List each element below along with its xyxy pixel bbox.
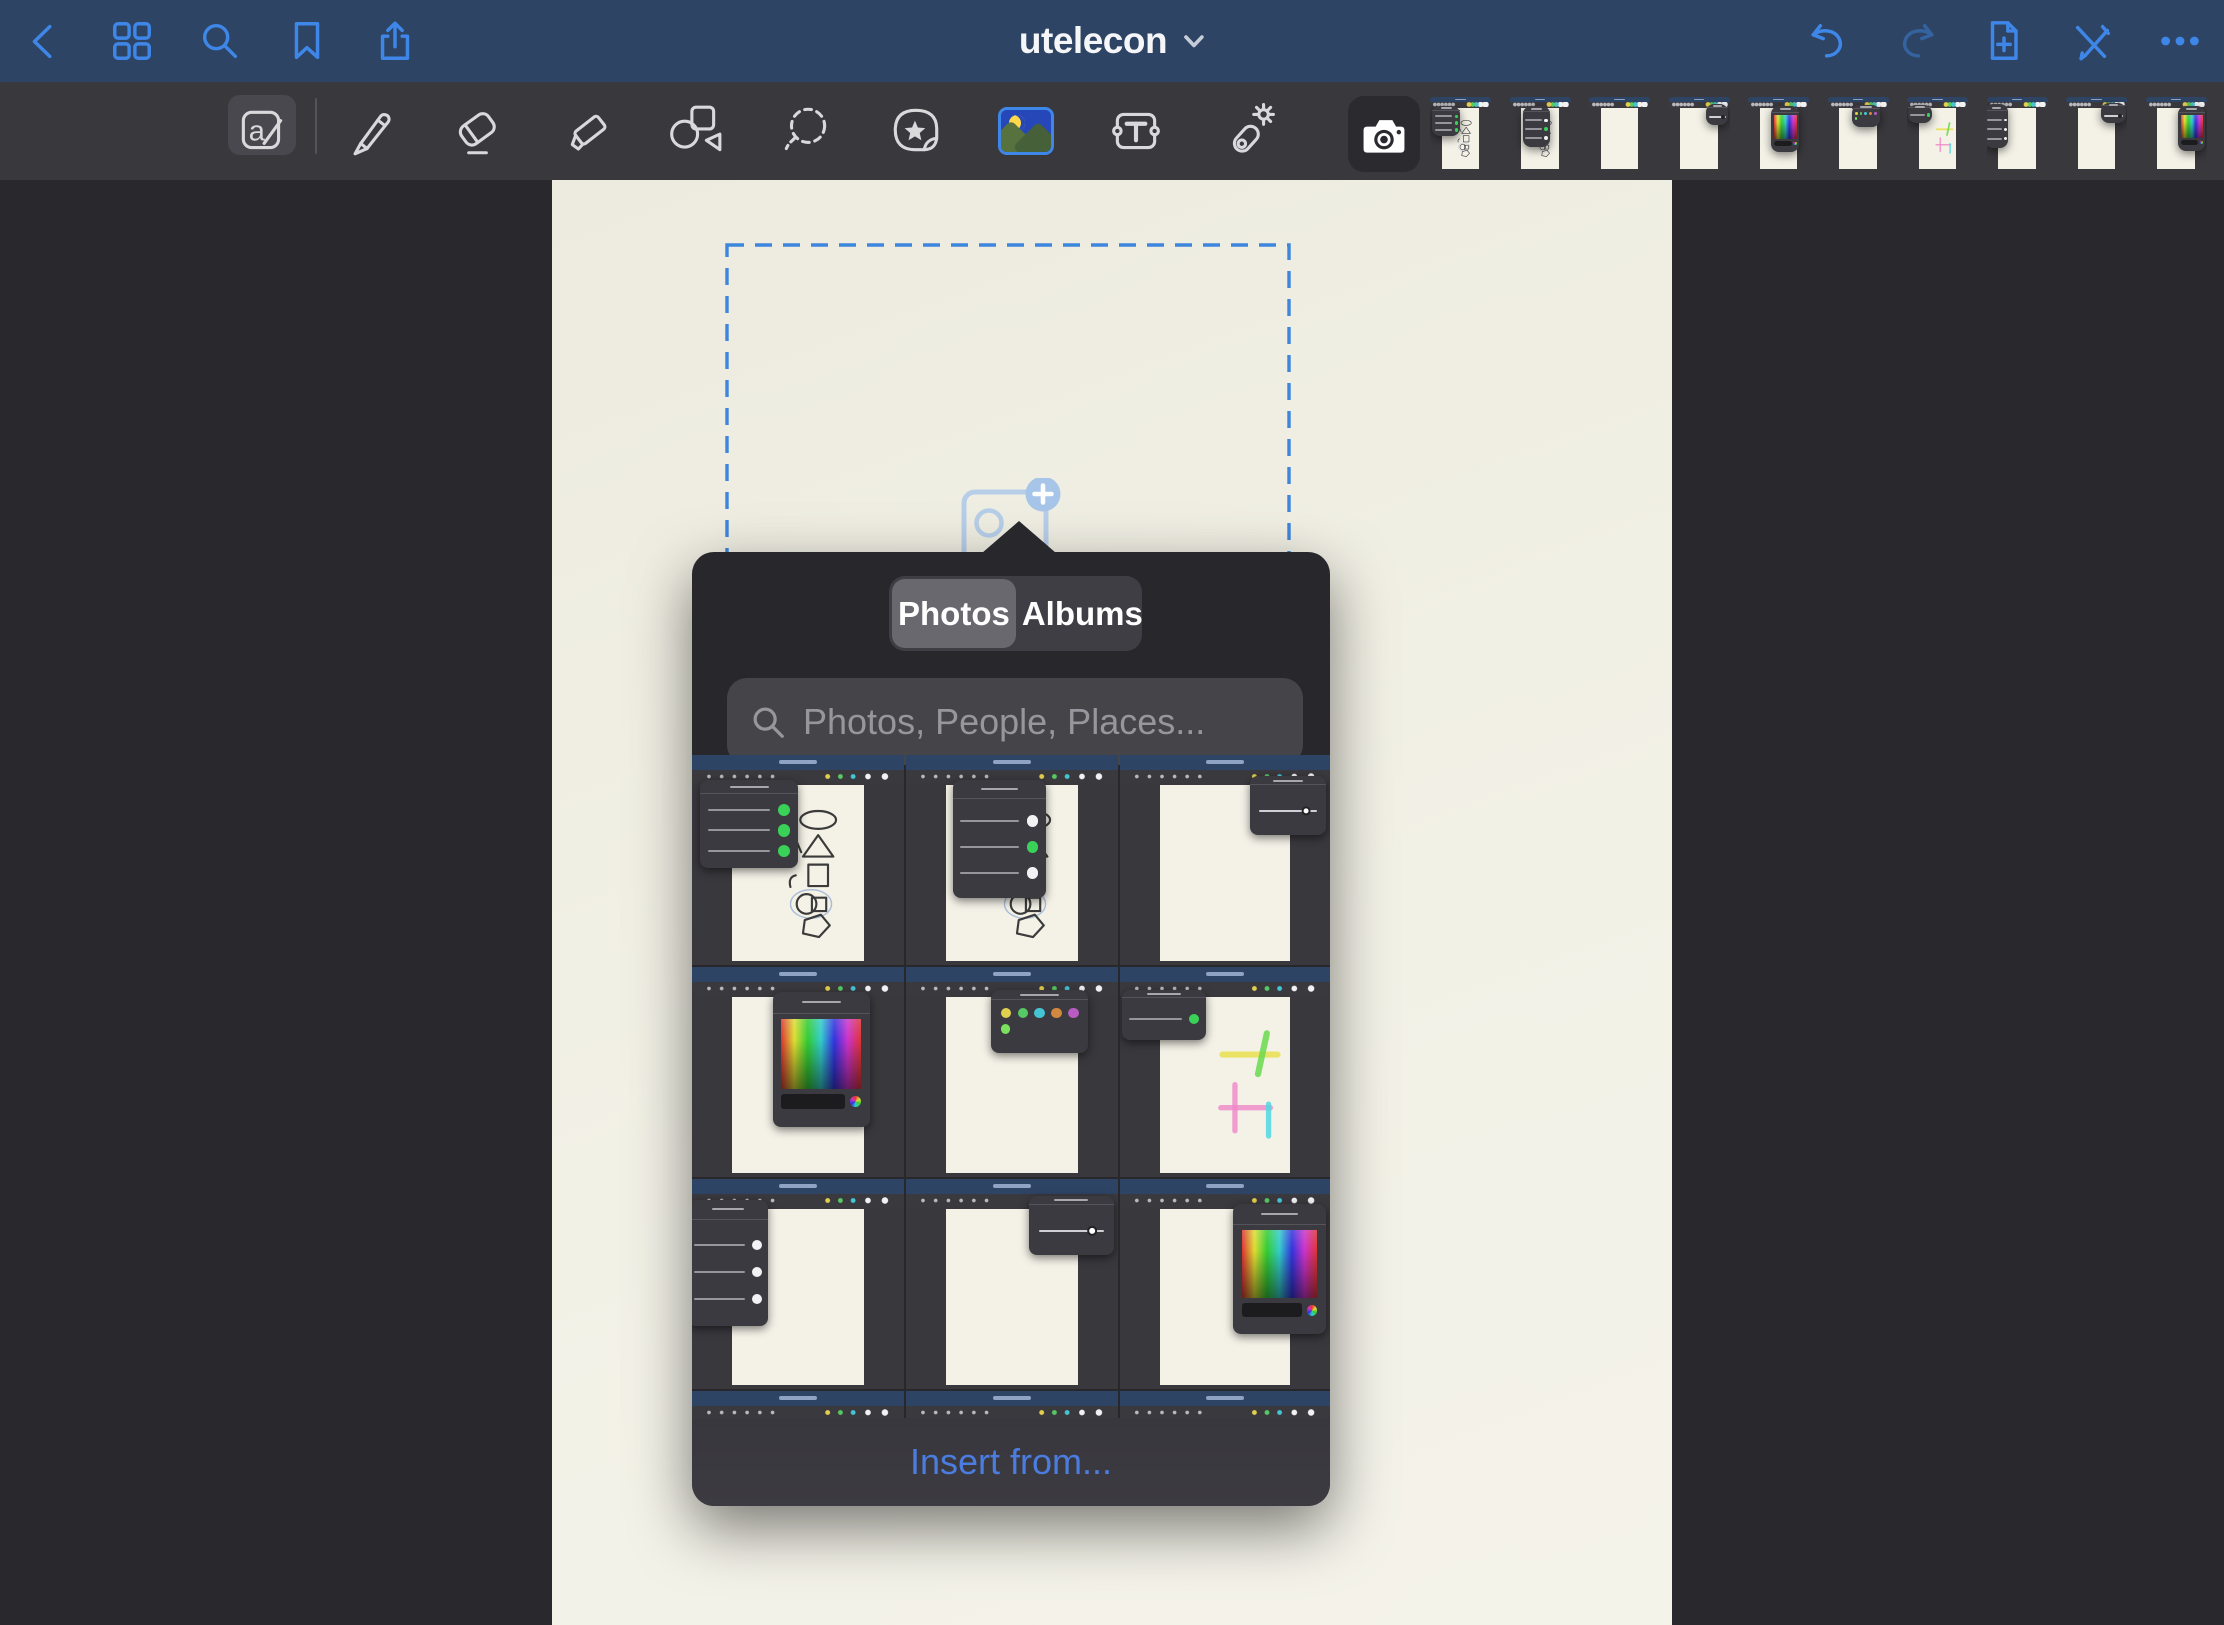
undo-button[interactable]	[1801, 13, 1857, 69]
redo-button[interactable]	[1888, 13, 1944, 69]
sticker-icon	[887, 102, 945, 160]
redo-icon	[1893, 18, 1939, 64]
search-icon	[749, 703, 787, 741]
add-page-icon	[1981, 18, 2027, 64]
recent-photo-thumbnail[interactable]	[1510, 97, 1571, 170]
bookmark-icon	[284, 18, 330, 64]
recent-photo-thumbnail[interactable]	[2146, 97, 2207, 170]
screenshot-highlighter-color-presets[interactable]	[906, 967, 1118, 1177]
photo-grid	[692, 755, 1330, 1389]
photos-albums-segmented-control: Photos Albums	[889, 576, 1142, 651]
eraser-icon	[448, 102, 506, 160]
document-title-text: utelecon	[1019, 20, 1167, 62]
handwriting-icon: a	[233, 102, 291, 160]
popover-arrow	[982, 521, 1056, 553]
recent-photo-thumbnail[interactable]	[1828, 97, 1889, 170]
page-thumbnails-button[interactable]	[104, 13, 160, 69]
recent-photo-thumbnail[interactable]	[1430, 97, 1491, 170]
screenshot-highlighter-thickness[interactable]	[1120, 755, 1330, 965]
screenshot-highlighter-strokes[interactable]	[1120, 967, 1330, 1177]
tool-sticker[interactable]	[880, 95, 952, 167]
recent-photo-thumbnail[interactable]	[1987, 97, 2048, 170]
screenshot-eraser-menu[interactable]	[692, 1179, 904, 1389]
exit-edit-mode-button[interactable]	[2064, 13, 2120, 69]
photo-thumbnail-partial[interactable]	[906, 1391, 1118, 1418]
screenshot-highlighter-color-grid[interactable]	[692, 967, 904, 1177]
photo-search-field[interactable]	[727, 678, 1303, 765]
shapes-icon	[666, 102, 724, 160]
back-chevron-icon	[22, 18, 68, 64]
chevron-down-icon	[1183, 34, 1205, 49]
grid-icon	[109, 18, 155, 64]
tool-highlighter[interactable]	[552, 95, 624, 167]
more-options-button[interactable]	[2152, 13, 2208, 69]
tool-eraser[interactable]	[441, 95, 513, 167]
image-tool-icon	[998, 107, 1054, 155]
recent-photo-thumbnail[interactable]	[1589, 97, 1650, 170]
pen-icon	[338, 102, 396, 160]
lasso-icon	[777, 102, 835, 160]
share-button[interactable]	[367, 13, 423, 69]
canvas-area: Photos Albums Insert from...	[0, 180, 2224, 1625]
recent-photo-thumbnail[interactable]	[2066, 97, 2127, 170]
bookmark-button[interactable]	[279, 13, 335, 69]
photo-grid-next-row	[692, 1391, 1330, 1418]
tool-pen[interactable]	[331, 95, 403, 167]
photo-search-input[interactable]	[801, 700, 1281, 744]
insert-from-label: Insert from...	[910, 1441, 1112, 1483]
photos-popover: Photos Albums Insert from...	[692, 552, 1330, 1506]
screenshot-pen-color-grid[interactable]	[1120, 1179, 1330, 1389]
search-button[interactable]	[192, 13, 248, 69]
toolbar-divider	[315, 98, 317, 154]
photo-thumbnail-partial[interactable]	[692, 1391, 904, 1418]
tool-image[interactable]	[990, 95, 1062, 167]
screenshot-shape-tool-menu[interactable]	[906, 755, 1118, 965]
recent-photo-thumbnail[interactable]	[1907, 97, 1968, 170]
tab-albums[interactable]: Albums	[1016, 579, 1149, 648]
crossed-pencil-icon	[2069, 18, 2115, 64]
document-title[interactable]: utelecon	[1013, 0, 1211, 82]
ellipsis-icon	[2157, 18, 2203, 64]
screenshot-pen-thickness[interactable]	[906, 1179, 1118, 1389]
camera-icon	[1358, 108, 1410, 160]
highlighter-icon	[559, 102, 617, 160]
recent-photo-thumbnail[interactable]	[1669, 97, 1730, 170]
insert-from-button[interactable]: Insert from...	[692, 1418, 1330, 1506]
back-button[interactable]	[17, 13, 73, 69]
tool-handwriting[interactable]: a	[226, 95, 298, 167]
undo-icon	[1806, 18, 1852, 64]
share-icon	[372, 18, 418, 64]
tool-laser-pointer[interactable]	[1211, 95, 1283, 167]
tool-text[interactable]	[1100, 95, 1172, 167]
tab-photos[interactable]: Photos	[892, 579, 1016, 648]
tool-bar: a	[0, 82, 2224, 180]
tool-shapes[interactable]	[659, 95, 731, 167]
photo-thumbnail-partial[interactable]	[1120, 1391, 1330, 1418]
laser-pointer-icon	[1218, 102, 1276, 160]
navigation-bar: utelecon	[0, 0, 2224, 82]
goodnotes-app-window: utelecon	[0, 0, 2224, 1625]
search-icon	[197, 18, 243, 64]
recent-photo-thumbnail[interactable]	[1748, 97, 1809, 170]
tool-lasso[interactable]	[770, 95, 842, 167]
camera-button[interactable]	[1348, 96, 1420, 172]
add-page-button[interactable]	[1976, 13, 2032, 69]
text-tool-icon	[1107, 102, 1165, 160]
recent-photos-strip	[1430, 97, 2224, 170]
screenshot-lasso-tool-menu[interactable]	[692, 755, 904, 965]
